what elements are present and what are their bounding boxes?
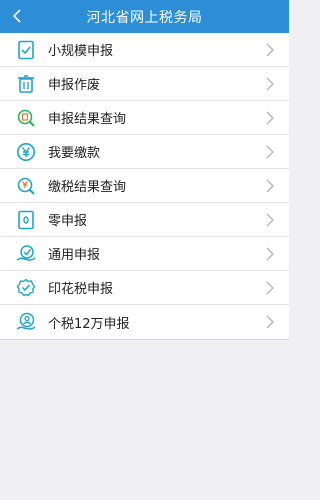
person-hand-icon: [16, 312, 36, 330]
chevron-right-icon: [266, 247, 274, 261]
zero-document-icon: [18, 210, 34, 229]
menu-item-label: 个税12万申报: [48, 316, 130, 332]
trash-icon: [18, 74, 34, 93]
menu-item-small-scale-filing[interactable]: 小规模申报: [0, 33, 289, 67]
menu-item-label: 印花税申报: [48, 282, 114, 297]
chevron-right-icon: [266, 43, 274, 57]
menu-item-label: 小规模申报: [48, 44, 114, 59]
top-bar: 河北省网上税务局: [0, 0, 289, 33]
chevron-right-icon: [266, 281, 274, 295]
menu-item-make-payment[interactable]: 我要缴款: [0, 135, 289, 169]
menu-item-stamp-tax-filing[interactable]: 印花税申报: [0, 271, 289, 305]
checklist-icon: [18, 40, 34, 59]
menu-item-general-filing[interactable]: 通用申报: [0, 237, 289, 271]
back-icon[interactable]: [8, 6, 28, 26]
yuan-circle-icon: [17, 142, 35, 161]
chevron-right-icon: [266, 111, 274, 125]
hand-check-icon: [16, 244, 36, 261]
chevron-right-icon: [266, 315, 274, 329]
menu-list: 小规模申报 申报作废 申报结果查询 我要缴款 缴税结果查询 零申报 通用申报 印…: [0, 33, 289, 340]
menu-item-filing-result-query[interactable]: 申报结果查询: [0, 101, 289, 135]
badge-check-icon: [16, 278, 36, 296]
menu-item-individual-tax-120k-filing[interactable]: 个税12万申报: [0, 305, 289, 339]
menu-item-label: 零申报: [48, 214, 88, 229]
menu-item-label: 缴税结果查询: [48, 180, 127, 195]
menu-item-tax-payment-result-query[interactable]: 缴税结果查询: [0, 169, 289, 203]
page-title: 河北省网上税务局: [86, 9, 203, 26]
menu-item-label: 通用申报: [48, 248, 101, 263]
chevron-right-icon: [266, 179, 274, 193]
chevron-right-icon: [266, 77, 274, 91]
search-document-icon: [17, 109, 35, 127]
menu-item-label: 申报结果查询: [48, 112, 127, 127]
yuan-search-icon: [17, 177, 35, 195]
menu-item-label: 我要缴款: [48, 146, 101, 161]
chevron-right-icon: [266, 145, 274, 159]
menu-item-zero-filing[interactable]: 零申报: [0, 203, 289, 237]
menu-item-filing-void[interactable]: 申报作废: [0, 67, 289, 101]
chevron-right-icon: [266, 213, 274, 227]
menu-item-label: 申报作废: [48, 78, 101, 93]
